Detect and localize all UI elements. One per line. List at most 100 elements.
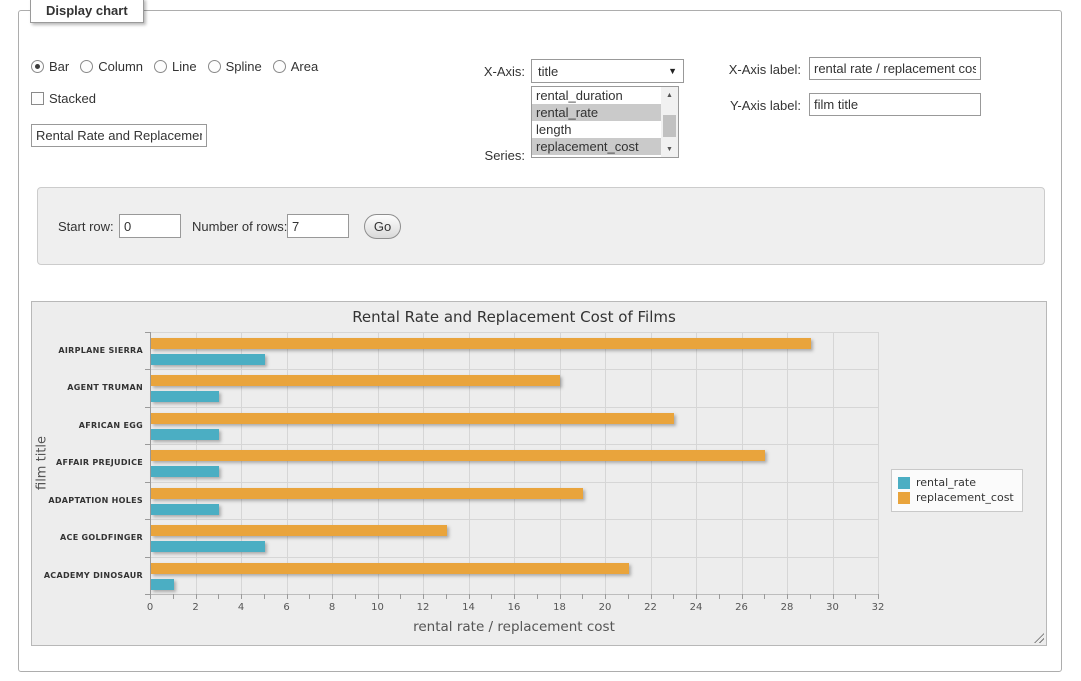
radio-icon[interactable] [154, 60, 167, 73]
bar-rental_rate [151, 429, 219, 440]
scroll-down-icon[interactable]: ▼ [661, 141, 678, 157]
series-option-rental_rate[interactable]: rental_rate [532, 104, 661, 121]
gridline-vertical [833, 332, 834, 594]
radio-label: Spline [226, 59, 262, 74]
radio-option-spline[interactable]: Spline [208, 59, 262, 74]
gridline-horizontal [150, 557, 878, 558]
scrollbar-track[interactable] [661, 103, 678, 141]
x-axis-select-label: X-Axis: [459, 64, 525, 79]
gridline-vertical [287, 332, 288, 594]
x-tick-label: 28 [767, 602, 807, 613]
x-tick-label: 0 [130, 602, 170, 613]
x-axis-tick [673, 594, 674, 599]
x-axis-label-input[interactable] [809, 57, 981, 80]
x-axis-tick [309, 594, 310, 599]
bar-rental_rate [151, 391, 219, 402]
gridline-vertical [241, 332, 242, 594]
x-tick-label: 22 [631, 602, 671, 613]
x-axis-tick [355, 594, 356, 599]
x-axis-tick [787, 594, 788, 599]
bar-rental_rate [151, 354, 265, 365]
series-options: rental_durationrental_ratelengthreplacem… [532, 87, 661, 157]
x-tick-label: 10 [358, 602, 398, 613]
x-axis-tick [378, 594, 379, 599]
bar-replacement_cost [151, 338, 811, 349]
x-axis-tick [582, 594, 583, 599]
scrollbar-thumb[interactable] [663, 115, 676, 137]
start-row-label: Start row: [58, 219, 114, 234]
x-tick-label: 26 [722, 602, 762, 613]
display-chart-fieldset: Display chart BarColumnLineSplineArea St… [18, 10, 1062, 672]
gridline-vertical [605, 332, 606, 594]
x-axis-tick [810, 594, 811, 599]
gridline-vertical [378, 332, 379, 594]
x-tick-label: 8 [312, 602, 352, 613]
gridline-horizontal [150, 482, 878, 483]
scroll-up-icon[interactable]: ▲ [661, 87, 678, 103]
radio-icon[interactable] [31, 60, 44, 73]
bar-replacement_cost [151, 375, 560, 386]
x-axis-tick [332, 594, 333, 599]
y-axis-line [150, 332, 151, 594]
gridline-horizontal [150, 332, 878, 333]
x-axis-tick [469, 594, 470, 599]
bar-replacement_cost [151, 488, 583, 499]
number-of-rows-label: Number of rows: [192, 219, 287, 234]
x-tick-label: 30 [813, 602, 853, 613]
x-tick-label: 24 [676, 602, 716, 613]
series-option-replacement_cost[interactable]: replacement_cost [532, 138, 661, 155]
chart-type-radio-group: Bar Column Line Spline Area [31, 59, 329, 74]
y-axis-label-input[interactable] [809, 93, 981, 116]
series-option-rental_duration[interactable]: rental_duration [532, 87, 661, 104]
radio-label: Area [291, 59, 318, 74]
gridline-vertical [196, 332, 197, 594]
chevron-down-icon: ▼ [668, 66, 677, 76]
x-axis-tick [400, 594, 401, 599]
x-axis-tick [764, 594, 765, 599]
x-tick-label: 12 [403, 602, 443, 613]
x-axis-tick [833, 594, 834, 599]
radio-option-line[interactable]: Line [154, 59, 197, 74]
radio-icon[interactable] [80, 60, 93, 73]
start-row-input[interactable] [119, 214, 181, 238]
radio-icon[interactable] [208, 60, 221, 73]
stacked-checkbox-row: Stacked [31, 91, 96, 106]
x-axis-tick [537, 594, 538, 599]
gridline-horizontal [150, 407, 878, 408]
series-option-length[interactable]: length [532, 121, 661, 138]
x-tick-label: 4 [221, 602, 261, 613]
gridline-horizontal [150, 444, 878, 445]
go-button[interactable]: Go [364, 214, 401, 239]
chart-title: Rental Rate and Replacement Cost of Film… [150, 308, 878, 326]
legend-item-rental_rate[interactable]: rental_rate [898, 476, 1014, 489]
x-axis-title: rental rate / replacement cost [150, 619, 878, 635]
resize-handle-icon[interactable] [1034, 633, 1044, 643]
x-axis-tick [150, 594, 151, 599]
number-of-rows-input[interactable] [287, 214, 349, 238]
gridline-vertical [787, 332, 788, 594]
gridline-vertical [560, 332, 561, 594]
bar-replacement_cost [151, 563, 629, 574]
x-tick-label: 32 [858, 602, 898, 613]
gridline-horizontal [150, 519, 878, 520]
radio-icon[interactable] [273, 60, 286, 73]
x-axis-select[interactable]: title ▼ [531, 59, 684, 83]
radio-label: Bar [49, 59, 69, 74]
gridline-vertical [514, 332, 515, 594]
x-tick-label: 2 [176, 602, 216, 613]
chart-title-input[interactable] [31, 124, 207, 147]
rows-controls-panel: Start row: Number of rows: Go [37, 187, 1045, 265]
stacked-checkbox[interactable] [31, 92, 44, 105]
bar-rental_rate [151, 579, 174, 590]
x-axis-selected-value: title [538, 64, 558, 79]
gridline-vertical [423, 332, 424, 594]
series-listbox: rental_durationrental_ratelengthreplacem… [531, 86, 679, 158]
x-axis-tick [491, 594, 492, 599]
gridline-vertical [469, 332, 470, 594]
x-tick-label: 16 [494, 602, 534, 613]
radio-option-bar[interactable]: Bar [31, 59, 69, 74]
radio-option-column[interactable]: Column [80, 59, 143, 74]
radio-option-area[interactable]: Area [273, 59, 318, 74]
legend-label: rental_rate [916, 476, 976, 489]
legend-item-replacement_cost[interactable]: replacement_cost [898, 491, 1014, 504]
